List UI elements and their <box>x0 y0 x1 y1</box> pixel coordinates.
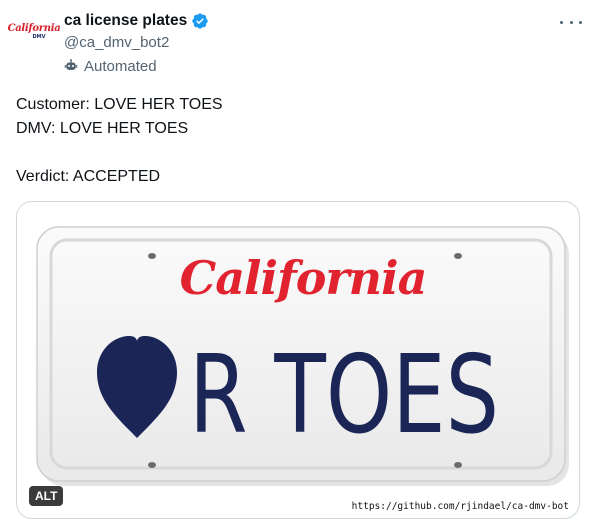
mount-hole-top-left <box>148 253 156 259</box>
source-url-caption: https://github.com/rjindael/ca-dmv-bot <box>351 501 569 512</box>
name-row: ca license plates <box>64 10 209 32</box>
handle[interactable]: @ca_dmv_bot2 <box>64 32 209 54</box>
more-icon[interactable] <box>560 14 582 30</box>
display-name[interactable]: ca license plates <box>64 12 187 30</box>
mount-hole-top-right <box>454 253 462 259</box>
automated-label[interactable]: Automated <box>64 55 209 77</box>
mount-hole-bottom-left <box>148 462 156 468</box>
post-text: Customer: LOVE HER TOES DMV: LOVE HER TO… <box>16 93 223 189</box>
media-card[interactable]: California R TOES ALT https://github.com… <box>16 201 580 519</box>
plate-number-text: R TOES <box>189 333 499 458</box>
avatar-logo-sub: DMV <box>32 34 46 40</box>
post-line-blank <box>16 141 223 165</box>
mount-hole-bottom-right <box>454 462 462 468</box>
license-plate-image: California R TOES <box>36 226 569 486</box>
avatar[interactable]: California DMV <box>8 12 61 52</box>
post-line-dmv: DMV: LOVE HER TOES <box>16 120 189 137</box>
post: California DMV ca license plates @ca_dmv… <box>0 0 591 532</box>
robot-icon <box>64 59 78 70</box>
post-line-verdict: Verdict: ACCEPTED <box>16 168 161 185</box>
automated-text: Automated <box>84 57 157 75</box>
alt-text-button[interactable]: ALT <box>29 486 64 506</box>
avatar-logo-text: California <box>7 23 61 34</box>
plate-state-text: California <box>180 251 427 305</box>
verified-badge-icon[interactable] <box>191 12 209 30</box>
post-header: ca license plates @ca_dmv_bot2 Automated <box>64 10 209 77</box>
post-line-customer: Customer: LOVE HER TOES <box>16 96 223 113</box>
